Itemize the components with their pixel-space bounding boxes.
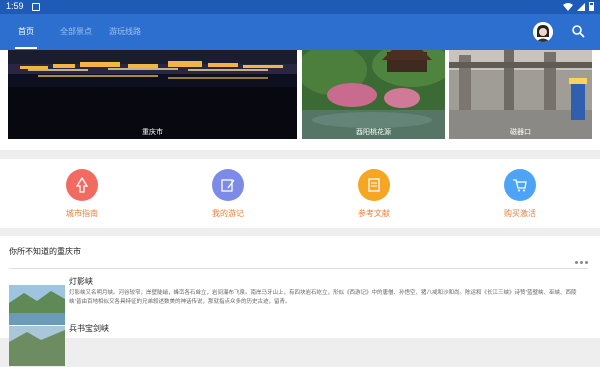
item-description: 灯影峡又名明月峡。河谷较窄，岸壁陡峭，峰峦各石耸立，岩间瀑布飞泉。南岸马牙山上，… (69, 290, 577, 305)
feature-buy-activate[interactable]: 购买激活 (490, 169, 550, 219)
feature-city-guide[interactable]: 城市指南 (52, 169, 112, 219)
tab-indicator (15, 47, 37, 49)
divider (0, 150, 600, 159)
feature-label: 购买激活 (504, 209, 536, 218)
travel-notes-icon (212, 169, 244, 201)
app-bar: 首页 全部景点 游玩线路 (0, 14, 600, 50)
feature-label: 我的游记 (212, 209, 244, 218)
tab-home[interactable]: 首页 (18, 26, 34, 37)
item-title: 兵书宝剑峡 (69, 324, 109, 333)
divider (0, 228, 600, 236)
list-item[interactable]: 兵书宝剑峡 (9, 322, 589, 367)
carousel-caption: 重庆市 (142, 128, 163, 136)
info-section: 你所不知道的重庆市 灯影峡 灯影峡又名明月峡。河谷较窄，岸壁陡峭，峰峦各石耸立，… (0, 236, 600, 366)
carousel-slide-chongqing[interactable]: 重庆市 (8, 50, 297, 139)
section-divider (9, 268, 588, 269)
feature-references[interactable]: 参考文献 (344, 169, 404, 219)
section-title: 你所不知道的重庆市 (9, 247, 81, 256)
carousel-caption: 磁器口 (510, 128, 531, 136)
status-bar: 1:59 (0, 0, 600, 14)
user-avatar-icon (533, 22, 553, 42)
item-thumbnail (9, 285, 65, 325)
carousel-caption: 酉阳桃花源 (356, 128, 391, 136)
search-icon[interactable] (571, 24, 585, 38)
status-icons (563, 2, 594, 11)
tab-routes[interactable]: 游玩线路 (109, 26, 141, 37)
avatar[interactable] (533, 22, 553, 42)
tab-all-attractions[interactable]: 全部景点 (60, 26, 92, 37)
feature-label: 城市指南 (66, 209, 98, 218)
feature-shortcuts: 城市指南 我的游记 参考文献 购买激活 (0, 159, 600, 228)
ciqikou-image (449, 50, 592, 139)
more-options-icon[interactable] (575, 249, 591, 264)
signal-icon (577, 2, 585, 11)
city-guide-icon (66, 169, 98, 201)
chongqing-night-image (8, 50, 297, 139)
wifi-icon (563, 2, 573, 11)
status-time: 1:59 (6, 1, 24, 11)
taohuayuan-image (302, 50, 445, 139)
feature-my-notes[interactable]: 我的游记 (198, 169, 258, 219)
notification-icon (32, 3, 40, 11)
image-carousel: 重庆市 酉阳桃花源 磁器口 (0, 50, 600, 150)
references-icon (358, 169, 390, 201)
list-item[interactable]: 灯影峡 灯影峡又名明月峡。河谷较窄，岸壁陡峭，峰峦各石耸立，岩间瀑布飞泉。南岸马… (9, 275, 589, 325)
cart-icon (504, 169, 536, 201)
carousel-slide-ciqikou[interactable]: 磁器口 (449, 50, 592, 139)
carousel-slide-taohuayuan[interactable]: 酉阳桃花源 (302, 50, 445, 139)
item-thumbnail (9, 326, 65, 366)
item-title: 灯影峡 (69, 277, 93, 286)
battery-icon (589, 2, 594, 11)
feature-label: 参考文献 (358, 209, 390, 218)
